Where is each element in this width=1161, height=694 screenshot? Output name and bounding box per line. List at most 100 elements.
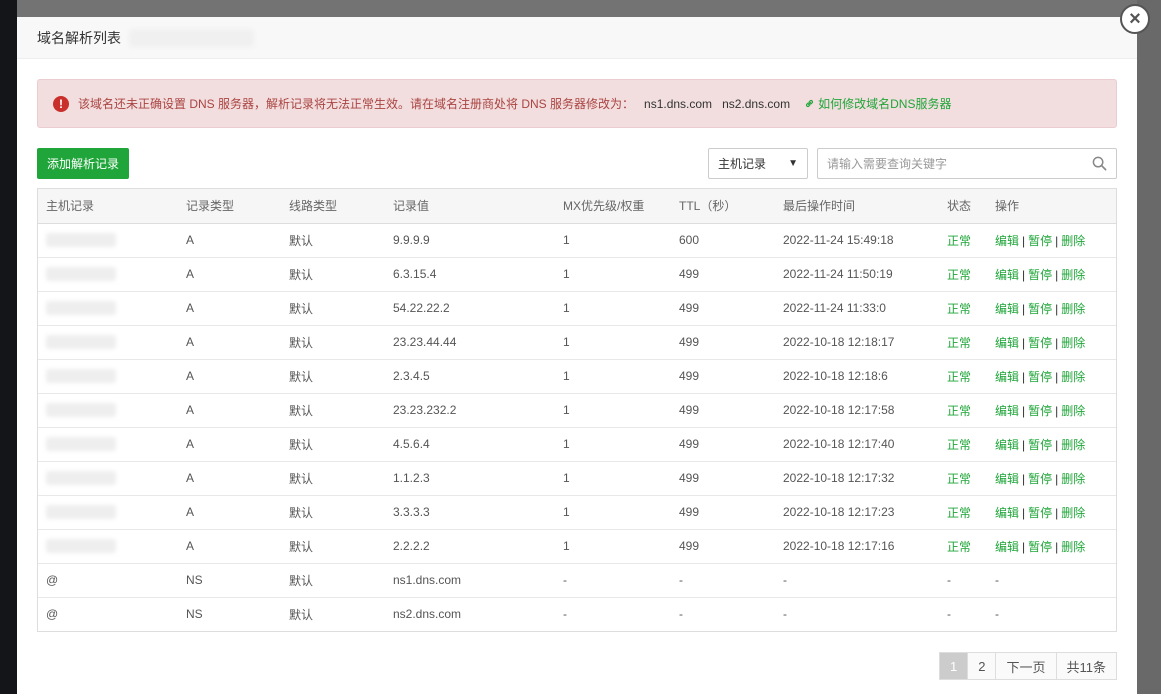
host-cell xyxy=(38,223,178,258)
table-row: A 默认 9.9.9.9 1 600 2022-11-24 15:49:18 正常 编辑 | 暂… xyxy=(38,223,1116,258)
dns-warning-alert: ! 该域名还未正确设置 DNS 服务器，解析记录将无法正常生效。请在域名注册商处… xyxy=(37,79,1117,128)
ttl-cell: 499 xyxy=(671,359,775,394)
edit-link[interactable]: 编辑 xyxy=(995,336,1019,350)
mx-cell: 1 xyxy=(555,325,671,360)
table-row: A 默认 23.23.44.44 1 499 2022-10-18 12:18:17 正常 … xyxy=(38,325,1116,360)
pause-link[interactable]: 暂停 xyxy=(1028,336,1052,350)
total-count: 共11条 xyxy=(1056,653,1116,679)
close-icon[interactable]: × xyxy=(1129,9,1141,29)
close-dialog-button[interactable]: × xyxy=(1120,4,1150,34)
pause-link[interactable]: 暂停 xyxy=(1028,438,1052,452)
edit-link[interactable]: 编辑 xyxy=(995,234,1019,248)
edit-link[interactable]: 编辑 xyxy=(995,472,1019,486)
host-cell xyxy=(38,495,178,530)
line-cell: 默认 xyxy=(281,325,385,360)
search-input[interactable] xyxy=(818,149,1078,178)
edit-link[interactable]: 编辑 xyxy=(995,540,1019,554)
edit-link[interactable]: 编辑 xyxy=(995,302,1019,316)
delete-link[interactable]: 删除 xyxy=(1061,234,1085,248)
search-box xyxy=(817,148,1117,179)
value-cell: 23.23.232.2 xyxy=(385,393,555,428)
delete-link[interactable]: 删除 xyxy=(1061,370,1085,384)
type-cell: A xyxy=(178,393,281,428)
host-cell xyxy=(38,461,178,496)
pagination: 1 2 下一页 共11条 xyxy=(939,652,1117,680)
dns-help-link[interactable]: 如何修改域名DNS服务器 xyxy=(804,95,951,112)
ttl-cell: 499 xyxy=(671,257,775,292)
ttl-cell: 499 xyxy=(671,393,775,428)
chevron-down-icon: ▼ xyxy=(788,158,798,169)
page-2-button[interactable]: 2 xyxy=(968,653,997,679)
separator: | xyxy=(1022,369,1026,384)
pause-link[interactable]: 暂停 xyxy=(1028,472,1052,486)
operations-cell: 编辑 | 暂停 | 删除 xyxy=(987,359,1116,394)
edit-link[interactable]: 编辑 xyxy=(995,268,1019,282)
mx-cell: 1 xyxy=(555,257,671,292)
separator: | xyxy=(1022,301,1026,316)
separator: | xyxy=(1022,267,1026,282)
pause-link[interactable]: 暂停 xyxy=(1028,370,1052,384)
host-cell xyxy=(38,325,178,360)
separator: | xyxy=(1055,437,1059,452)
separator: | xyxy=(1022,403,1026,418)
next-page-button[interactable]: 下一页 xyxy=(996,653,1057,679)
pause-link[interactable]: 暂停 xyxy=(1028,234,1052,248)
page-1-button[interactable]: 1 xyxy=(940,653,969,679)
status-cell: - xyxy=(947,607,951,622)
delete-link[interactable]: 删除 xyxy=(1061,438,1085,452)
edit-link[interactable]: 编辑 xyxy=(995,438,1019,452)
column-header: 线路类型 xyxy=(281,189,385,224)
host-value-redacted xyxy=(46,403,116,418)
column-header: MX优先级/权重 xyxy=(555,189,671,224)
separator: | xyxy=(1055,267,1059,282)
operations-cell: - xyxy=(987,563,1116,598)
dialog-header: 域名解析列表 xyxy=(17,17,1137,59)
delete-link[interactable]: 删除 xyxy=(1061,404,1085,418)
line-cell: 默认 xyxy=(281,563,385,598)
operations-cell: 编辑 | 暂停 | 删除 xyxy=(987,461,1116,496)
link-icon xyxy=(806,99,814,108)
separator: | xyxy=(1022,505,1026,520)
search-field-select[interactable]: 主机记录 ▼ xyxy=(708,148,808,179)
separator: | xyxy=(1055,335,1059,350)
time-cell: 2022-11-24 11:50:19 xyxy=(775,257,939,292)
operations-cell: 编辑 | 暂停 | 删除 xyxy=(987,257,1116,292)
pause-link[interactable]: 暂停 xyxy=(1028,506,1052,520)
status-cell: 正常 xyxy=(939,223,987,258)
separator: | xyxy=(1055,301,1059,316)
time-cell: 2022-10-18 12:17:23 xyxy=(775,495,939,530)
delete-link[interactable]: 删除 xyxy=(1061,506,1085,520)
edit-link[interactable]: 编辑 xyxy=(995,506,1019,520)
host-cell xyxy=(38,529,178,564)
status-cell: 正常 xyxy=(939,325,987,360)
edit-link[interactable]: 编辑 xyxy=(995,370,1019,384)
delete-link[interactable]: 删除 xyxy=(1061,472,1085,486)
dns-help-link-label[interactable]: 如何修改域名DNS服务器 xyxy=(818,95,951,112)
delete-link[interactable]: 删除 xyxy=(1061,540,1085,554)
host-cell: @ xyxy=(38,563,178,598)
search-icon[interactable] xyxy=(1092,156,1107,171)
dialog-title: 域名解析列表 xyxy=(37,29,121,46)
column-header: 最后操作时间 xyxy=(775,189,939,224)
time-cell: 2022-10-18 12:17:16 xyxy=(775,529,939,564)
mx-cell: - xyxy=(563,607,567,622)
pause-link[interactable]: 暂停 xyxy=(1028,268,1052,282)
delete-link[interactable]: 删除 xyxy=(1061,302,1085,316)
edit-link[interactable]: 编辑 xyxy=(995,404,1019,418)
status-cell: 正常 xyxy=(939,359,987,394)
column-header: TTL（秒） xyxy=(671,189,775,224)
delete-link[interactable]: 删除 xyxy=(1061,336,1085,350)
pause-link[interactable]: 暂停 xyxy=(1028,540,1052,554)
table-row: A 默认 2.2.2.2 1 499 2022-10-18 12:17:16 正常 编辑 | 暂… xyxy=(38,529,1116,564)
operations-cell: 编辑 | 暂停 | 删除 xyxy=(987,495,1116,530)
separator: | xyxy=(1022,437,1026,452)
add-record-button[interactable]: 添加解析记录 xyxy=(37,148,130,179)
ttl-cell: 499 xyxy=(671,461,775,496)
type-cell: A xyxy=(178,291,281,326)
host-cell xyxy=(38,257,178,292)
pause-link[interactable]: 暂停 xyxy=(1028,302,1052,316)
host-cell xyxy=(38,359,178,394)
pause-link[interactable]: 暂停 xyxy=(1028,404,1052,418)
type-cell: NS xyxy=(186,607,203,622)
delete-link[interactable]: 删除 xyxy=(1061,268,1085,282)
